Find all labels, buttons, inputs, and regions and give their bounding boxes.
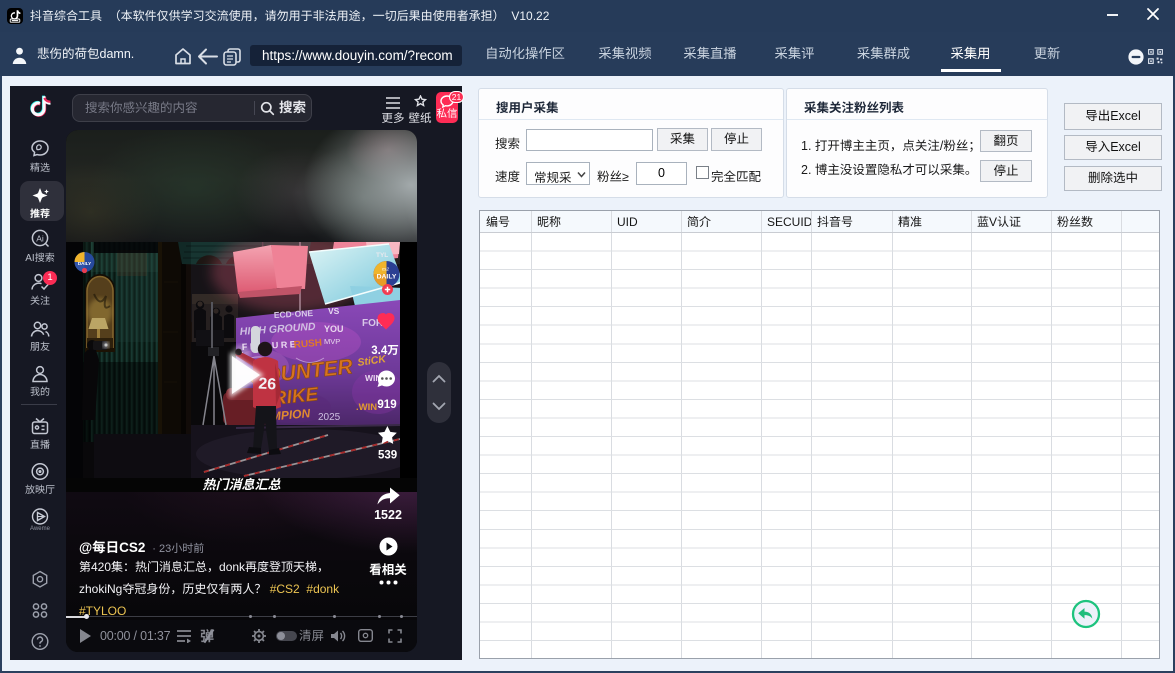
- svg-text:DAILY: DAILY: [377, 274, 397, 281]
- svg-text:MVP: MVP: [324, 337, 340, 346]
- svg-text:DAILY: DAILY: [78, 261, 91, 266]
- svg-text:TYL: TYL: [376, 252, 388, 259]
- svg-text:26: 26: [258, 376, 277, 394]
- svg-text:.WIN: .WIN: [356, 402, 377, 413]
- svg-text:919: 919: [377, 399, 396, 411]
- svg-text:YOU: YOU: [324, 324, 344, 334]
- svg-text:539: 539: [378, 450, 397, 462]
- svg-text:3.4万: 3.4万: [371, 345, 399, 357]
- svg-text:Ai: Ai: [36, 233, 44, 243]
- svg-text:ECD·ONE: ECD·ONE: [274, 308, 314, 320]
- svg-text:VS: VS: [328, 306, 340, 316]
- svg-text:2025: 2025: [318, 412, 341, 423]
- svg-text:cs2: cs2: [382, 267, 390, 272]
